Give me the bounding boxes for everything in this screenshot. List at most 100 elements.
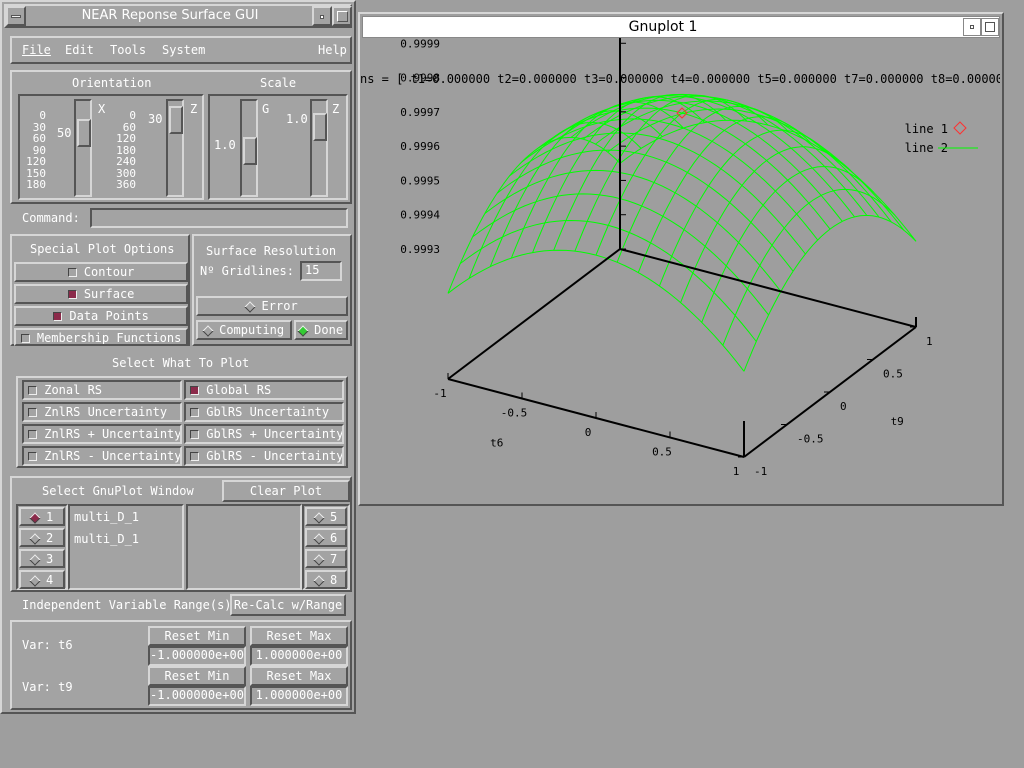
mesh-line-y <box>574 94 748 252</box>
window-1-diamond-icon <box>29 511 41 524</box>
menu-file[interactable]: File <box>22 43 51 57</box>
gui-title: NEAR Reponse Surface GUI <box>81 8 259 23</box>
znl-uncertainty-toggle[interactable]: ZnlRS Uncertainty <box>22 402 182 422</box>
gbl-minus-toggle[interactable]: GblRS - Uncertainty <box>184 446 344 466</box>
y-axis-label: t9 <box>891 415 904 428</box>
window-1-radio[interactable]: 1 <box>19 507 65 526</box>
t9-reset-max-button[interactable]: Reset Max <box>250 666 348 686</box>
znl-minus-label: ZnlRS - Uncertainty <box>44 449 182 463</box>
window-4-radio[interactable]: 4 <box>19 570 65 589</box>
contour-toggle[interactable]: Contour <box>14 262 188 282</box>
zonal-rs-checkbox[interactable] <box>28 386 37 395</box>
z-tick-label: 0.9998 <box>400 72 440 85</box>
window-5-label: 5 <box>330 510 338 524</box>
t6-min-input[interactable]: -1.000000e+00 <box>148 646 246 666</box>
gbl-minus-checkbox[interactable] <box>190 452 199 461</box>
surface-plot: -1-0.500.51-1-0.500.5110.99990.99980.999… <box>400 38 978 478</box>
znl-minus-toggle[interactable]: ZnlRS - Uncertainty <box>22 446 182 466</box>
maximize-button[interactable] <box>332 6 352 26</box>
clear-plot-button[interactable]: Clear Plot <box>222 480 350 502</box>
mesh-line-y <box>447 137 621 294</box>
contour-checkbox[interactable] <box>67 268 77 277</box>
command-input[interactable] <box>90 208 348 228</box>
t9-reset-min-button[interactable]: Reset Min <box>148 666 246 686</box>
window-7-diamond-icon <box>313 553 325 566</box>
t6-reset-min-button[interactable]: Reset Min <box>148 626 246 646</box>
list-item[interactable]: multi_D_1 <box>74 532 139 546</box>
y-tick-label: 0 <box>840 400 847 413</box>
gbl-plus-toggle[interactable]: GblRS + Uncertainty <box>184 424 344 444</box>
gnuplot-minimize-button[interactable] <box>963 18 981 36</box>
z-rotation-slider[interactable] <box>166 99 184 197</box>
mesh-line-x <box>509 132 806 255</box>
membership-toggle[interactable]: Membership Functions <box>14 328 188 346</box>
x-rotation-thumb[interactable] <box>77 119 91 148</box>
gbl-plus-checkbox[interactable] <box>190 430 199 439</box>
gui-window: NEAR Reponse Surface GUI File Edit Tools… <box>0 0 356 714</box>
range-panel: Var: t6 Reset Min Reset Max -1.000000e+0… <box>10 620 352 710</box>
znl-plus-toggle[interactable]: ZnlRS + Uncertainty <box>22 424 182 444</box>
gridlines-input[interactable]: 15 <box>300 261 342 281</box>
t6-reset-max-button[interactable]: Reset Max <box>250 626 348 646</box>
window-3-diamond-icon <box>29 553 41 566</box>
y-tick-label: -0.5 <box>797 433 824 446</box>
plot-labels: -1-0.500.51-1-0.500.5110.99990.99980.999… <box>400 38 932 478</box>
scale-box: 1.0 G 1.0 Z <box>208 94 348 200</box>
window-7-radio[interactable]: 7 <box>305 549 347 568</box>
data-points-toggle[interactable]: Data Points <box>14 306 188 326</box>
z-scale-slider[interactable] <box>310 99 328 197</box>
window-8-label: 8 <box>330 573 338 587</box>
z-rotation-thumb[interactable] <box>169 106 183 135</box>
mesh-line-y <box>510 101 684 259</box>
t9-min-input[interactable]: -1.000000e+00 <box>148 686 246 706</box>
t6-max-input[interactable]: 1.000000e+00 <box>250 646 348 666</box>
window-4-diamond-icon <box>29 574 41 587</box>
zonal-rs-toggle[interactable]: Zonal RS <box>22 380 182 400</box>
menu-edit[interactable]: Edit <box>65 43 94 57</box>
gbl-uncertainty-toggle[interactable]: GblRS Uncertainty <box>184 402 344 422</box>
znl-uncertainty-checkbox[interactable] <box>28 408 37 417</box>
x-tick-label: -0.5 <box>501 407 528 420</box>
plot-legend: line 1line 2 <box>905 121 978 155</box>
gnuplot-titlebar[interactable]: Gnuplot 1 <box>362 16 1000 38</box>
global-rs-toggle[interactable]: Global RS <box>184 380 344 400</box>
global-rs-checkbox[interactable] <box>190 386 199 395</box>
special-plot-title: Special Plot Options <box>30 242 175 256</box>
menu-tools[interactable]: Tools <box>110 43 146 57</box>
surface-toggle[interactable]: Surface <box>14 284 188 304</box>
minimize-button[interactable] <box>312 6 332 26</box>
window-menu-button[interactable] <box>6 6 26 26</box>
recalc-button[interactable]: Re-Calc w/Range <box>230 594 346 616</box>
window-8-radio[interactable]: 8 <box>305 570 347 589</box>
window-2-radio[interactable]: 2 <box>19 528 65 547</box>
z-rotation-label: Z <box>190 102 198 116</box>
g-scale-thumb[interactable] <box>243 137 257 165</box>
data-points-checkbox[interactable] <box>53 312 63 321</box>
y-tick-label: -1 <box>754 465 767 478</box>
mesh-line-x <box>460 219 757 342</box>
gui-titlebar[interactable]: NEAR Reponse Surface GUI <box>4 4 352 28</box>
znl-minus-checkbox[interactable] <box>28 452 37 461</box>
gnuplot-maximize-button[interactable] <box>981 18 999 36</box>
legend-line-1-marker <box>953 121 967 135</box>
membership-checkbox[interactable] <box>20 334 30 343</box>
menu-help[interactable]: Help <box>318 43 347 57</box>
surface-mesh <box>447 93 917 372</box>
x-tick-label: -1 <box>433 387 446 400</box>
g-scale-slider[interactable] <box>240 99 258 197</box>
z-scale-thumb[interactable] <box>313 113 327 141</box>
t9-max-input[interactable]: 1.000000e+00 <box>250 686 348 706</box>
menu-system[interactable]: System <box>162 43 205 57</box>
znl-plus-checkbox[interactable] <box>28 430 37 439</box>
window-list-left[interactable]: multi_D_1 multi_D_1 <box>68 504 184 590</box>
window-6-radio[interactable]: 6 <box>305 528 347 547</box>
x-rotation-slider[interactable] <box>74 99 92 197</box>
window-5-radio[interactable]: 5 <box>305 507 347 526</box>
list-item[interactable]: multi_D_1 <box>74 510 139 524</box>
gbl-minus-label: GblRS - Uncertainty <box>206 449 344 463</box>
window-list-right[interactable] <box>186 504 302 590</box>
gbl-uncertainty-checkbox[interactable] <box>190 408 199 417</box>
window-3-radio[interactable]: 3 <box>19 549 65 568</box>
window-1-label: 1 <box>46 510 54 524</box>
surface-checkbox[interactable] <box>67 290 77 299</box>
